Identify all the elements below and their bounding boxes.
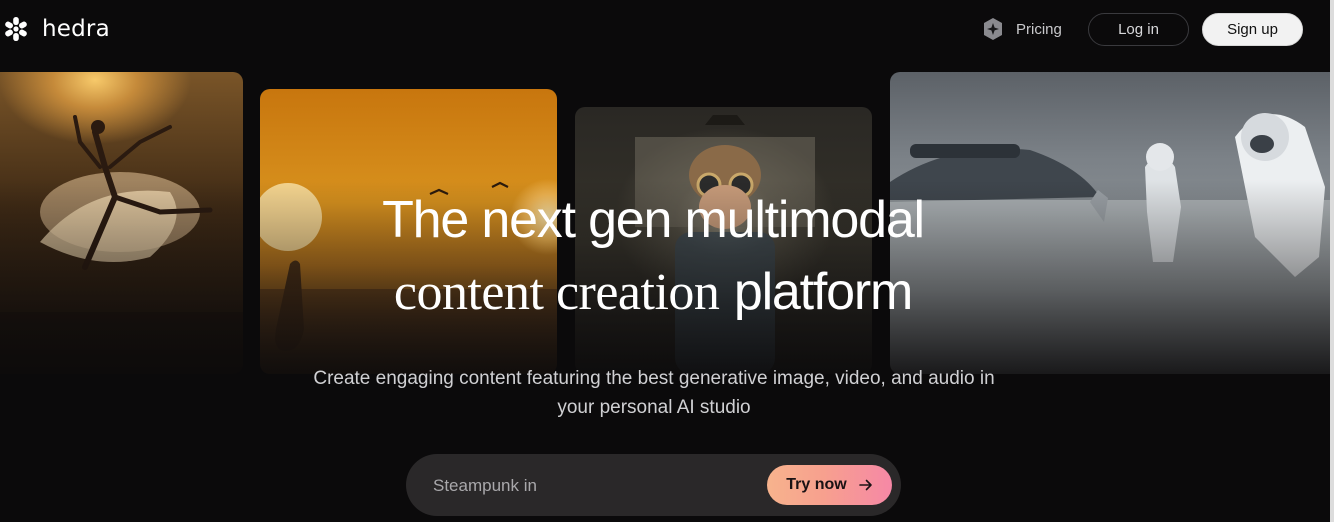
header: hedra Pricing Log in Sign up [0, 0, 1334, 60]
login-button[interactable]: Log in [1088, 13, 1189, 46]
try-now-button[interactable]: Try now [767, 465, 892, 505]
hedra-logo-icon [5, 17, 27, 41]
pricing-label: Pricing [1016, 20, 1062, 38]
hero-title-line1: The next gen multimodal [382, 191, 925, 249]
sparkle-icon [984, 18, 1002, 40]
hero-title-line2: content creation platform [0, 262, 1306, 322]
pricing-link[interactable]: Pricing [982, 17, 1062, 41]
scrollbar[interactable] [1330, 0, 1334, 522]
try-now-label: Try now [786, 476, 847, 493]
logo[interactable]: hedra [4, 16, 110, 42]
prompt-input[interactable] [433, 475, 753, 497]
hero-title-serif: content creation [393, 264, 720, 321]
arrow-right-icon [858, 479, 872, 491]
hero-title-sans: platform [733, 263, 913, 321]
hero-subtitle: Create engaging content featuring the be… [313, 368, 995, 418]
brand-name: hedra [42, 16, 110, 42]
signup-button[interactable]: Sign up [1202, 13, 1303, 46]
